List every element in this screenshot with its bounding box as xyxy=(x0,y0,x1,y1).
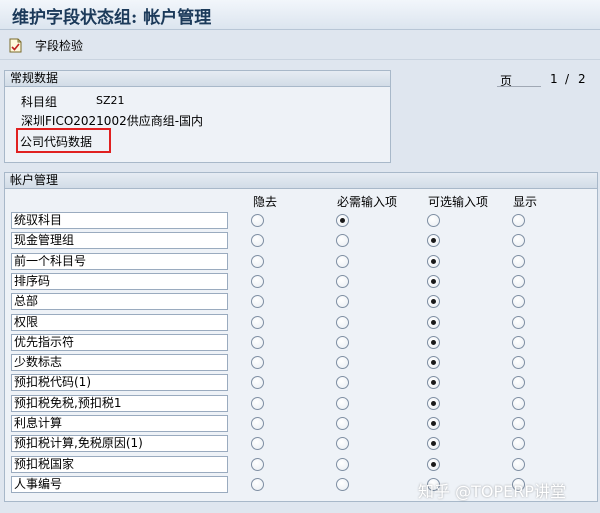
radio-optional[interactable] xyxy=(427,295,440,308)
radio-display[interactable] xyxy=(512,356,525,369)
radio-optional[interactable] xyxy=(427,356,440,369)
radio-required[interactable] xyxy=(336,478,349,491)
radio-required[interactable] xyxy=(336,376,349,389)
field-row-label: 统驭科目 xyxy=(11,212,228,229)
page-total: 2 xyxy=(578,72,586,86)
field-row-label: 排序码 xyxy=(11,273,228,290)
radio-optional[interactable] xyxy=(427,397,440,410)
field-row-label: 利息计算 xyxy=(11,415,228,432)
radio-required[interactable] xyxy=(336,417,349,430)
field-row-label: 权限 xyxy=(11,314,228,331)
radio-display[interactable] xyxy=(512,234,525,247)
radio-suppress[interactable] xyxy=(251,437,264,450)
field-row-label: 人事编号 xyxy=(11,476,228,493)
field-row-label: 预扣税计算,免税原因(1) xyxy=(11,435,228,452)
toolbar: 字段检验 xyxy=(0,31,600,60)
watermark-text: 知乎 @TOPERP讲堂 xyxy=(418,482,566,501)
radio-required[interactable] xyxy=(336,336,349,349)
radio-display[interactable] xyxy=(512,214,525,227)
radio-required[interactable] xyxy=(336,397,349,410)
radio-suppress[interactable] xyxy=(251,356,264,369)
radio-suppress[interactable] xyxy=(251,295,264,308)
column-header-optional: 可选输入项 xyxy=(428,195,489,209)
column-header-suppress: 隐去 xyxy=(253,195,278,209)
radio-display[interactable] xyxy=(512,295,525,308)
field-check-label: 字段检验 xyxy=(35,39,84,53)
title-bar: 维护字段状态组: 帐户管理 xyxy=(0,0,600,30)
document-check-icon xyxy=(9,38,22,53)
radio-display[interactable] xyxy=(512,316,525,329)
radio-display[interactable] xyxy=(512,376,525,389)
column-header-display: 显示 xyxy=(513,195,538,209)
radio-required[interactable] xyxy=(336,356,349,369)
company-code-data-label: 公司代码数据 xyxy=(20,135,93,149)
radio-display[interactable] xyxy=(512,397,525,410)
radio-optional[interactable] xyxy=(427,376,440,389)
radio-optional[interactable] xyxy=(427,214,440,227)
radio-display[interactable] xyxy=(512,255,525,268)
page-separator: / xyxy=(565,72,570,86)
radio-optional[interactable] xyxy=(427,275,440,288)
field-row-label: 前一个科目号 xyxy=(11,253,228,270)
account-management-title: 帐户管理 xyxy=(5,173,597,189)
radio-optional[interactable] xyxy=(427,437,440,450)
radio-suppress[interactable] xyxy=(251,336,264,349)
radio-suppress[interactable] xyxy=(251,275,264,288)
radio-suppress[interactable] xyxy=(251,397,264,410)
radio-suppress[interactable] xyxy=(251,255,264,268)
radio-required[interactable] xyxy=(336,275,349,288)
radio-required[interactable] xyxy=(336,316,349,329)
radio-display[interactable] xyxy=(512,458,525,471)
radio-optional[interactable] xyxy=(427,336,440,349)
radio-required[interactable] xyxy=(336,295,349,308)
field-row-label: 现金管理组 xyxy=(11,232,228,249)
radio-optional[interactable] xyxy=(427,417,440,430)
radio-required[interactable] xyxy=(336,458,349,471)
field-row-label: 预扣税国家 xyxy=(11,456,228,473)
radio-suppress[interactable] xyxy=(251,376,264,389)
radio-display[interactable] xyxy=(512,417,525,430)
radio-suppress[interactable] xyxy=(251,316,264,329)
field-row-label: 总部 xyxy=(11,293,228,310)
radio-required[interactable] xyxy=(336,437,349,450)
radio-suppress[interactable] xyxy=(251,458,264,471)
radio-optional[interactable] xyxy=(427,316,440,329)
general-data-title: 常规数据 xyxy=(5,71,390,87)
radio-suppress[interactable] xyxy=(251,214,264,227)
radio-optional[interactable] xyxy=(427,255,440,268)
page-current: 1 xyxy=(550,72,558,86)
field-row-label: 预扣税代码(1) xyxy=(11,374,228,391)
field-row-label: 少数标志 xyxy=(11,354,228,371)
radio-display[interactable] xyxy=(512,275,525,288)
radio-suppress[interactable] xyxy=(251,417,264,430)
window-title: 维护字段状态组: 帐户管理 xyxy=(12,8,212,28)
radio-suppress[interactable] xyxy=(251,478,264,491)
radio-required[interactable] xyxy=(336,214,349,227)
radio-required[interactable] xyxy=(336,255,349,268)
radio-optional[interactable] xyxy=(427,234,440,247)
radio-display[interactable] xyxy=(512,437,525,450)
field-row-label: 预扣税免税,预扣税1 xyxy=(11,395,228,412)
account-group-label: 科目组 xyxy=(21,95,58,109)
column-header-required: 必需输入项 xyxy=(337,195,398,209)
page-input-underline[interactable] xyxy=(497,86,541,87)
radio-display[interactable] xyxy=(512,336,525,349)
account-group-description: 深圳FICO2021002供应商组-国内 xyxy=(21,114,204,128)
field-row-label: 优先指示符 xyxy=(11,334,228,351)
field-check-button[interactable]: 字段检验 xyxy=(8,35,83,56)
radio-optional[interactable] xyxy=(427,458,440,471)
account-group-value: SZ21 xyxy=(96,94,125,107)
radio-suppress[interactable] xyxy=(251,234,264,247)
radio-required[interactable] xyxy=(336,234,349,247)
